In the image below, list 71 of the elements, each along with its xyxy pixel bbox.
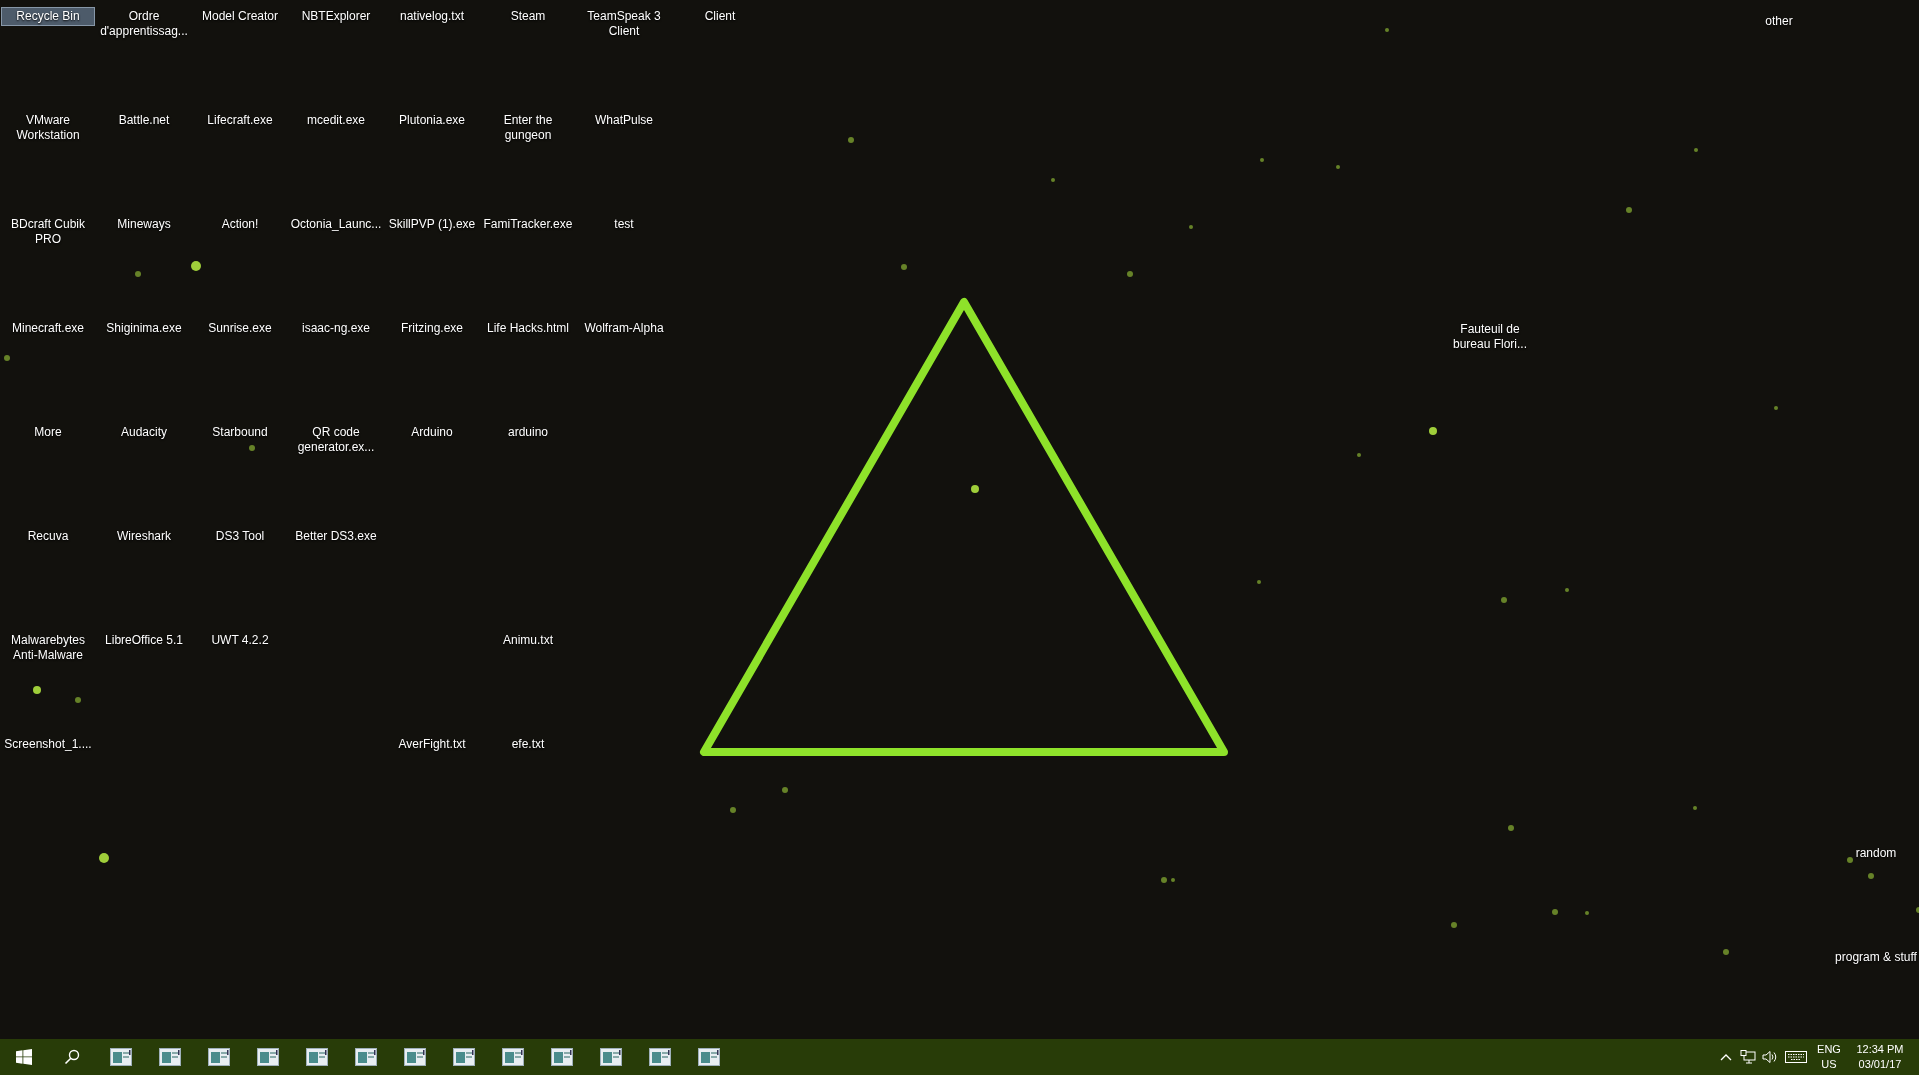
desktop-icon-label[interactable]: SkillPVP (1).exe	[385, 215, 479, 234]
desktop-icon-label[interactable]: Screenshot_1....	[1, 735, 95, 754]
desktop-icon-label[interactable]: Enter the gungeon	[481, 111, 575, 145]
desktop-icon-label[interactable]: Life Hacks.html	[481, 319, 575, 338]
desktop-icon-label[interactable]: Sunrise.exe	[193, 319, 287, 338]
window-icon	[599, 1048, 622, 1066]
desktop-icon-label[interactable]: Shiginima.exe	[97, 319, 191, 338]
desktop-icon-label[interactable]: Fritzing.exe	[385, 319, 479, 338]
window-icon	[550, 1048, 573, 1066]
input-language-button[interactable]: ENG US	[1811, 1039, 1847, 1075]
desktop-icon-label[interactable]: More	[1, 423, 95, 442]
desktop-icon-label[interactable]: Starbound	[193, 423, 287, 442]
desktop-icon-label[interactable]: Malwarebytes Anti-Malware	[1, 631, 95, 665]
window-icon	[648, 1048, 671, 1066]
desktop-icon-label[interactable]: Minecraft.exe	[1, 319, 95, 338]
desktop-icon-label[interactable]: isaac-ng.exe	[289, 319, 383, 338]
window-icon	[697, 1048, 720, 1066]
desktop-icon-label[interactable]: nativelog.txt	[385, 7, 479, 26]
window-icon	[305, 1048, 328, 1066]
desktop-icon-label[interactable]: other	[1732, 12, 1826, 31]
network-icon	[1740, 1050, 1756, 1064]
desktop-icon-label[interactable]: NBTExplorer	[289, 7, 383, 26]
desktop-icon-label[interactable]: Mineways	[97, 215, 191, 234]
desktop-icon-label[interactable]: Arduino	[385, 423, 479, 442]
desktop-icon-label[interactable]: WhatPulse	[577, 111, 671, 130]
desktop-icon-label[interactable]: Steam	[481, 7, 575, 26]
desktop-icon-label[interactable]: efe.txt	[481, 735, 575, 754]
desktop-icon-label[interactable]: VMware Workstation	[1, 111, 95, 145]
desktop-icon-label[interactable]: Better DS3.exe	[289, 527, 383, 546]
window-icon	[256, 1048, 279, 1066]
speaker-icon	[1762, 1050, 1778, 1064]
window-icon	[158, 1048, 181, 1066]
window-icon	[207, 1048, 230, 1066]
desktop-icon-label[interactable]: Animu.txt	[481, 631, 575, 650]
desktop-icon-label[interactable]: Lifecraft.exe	[193, 111, 287, 130]
desktop-icon-label[interactable]: BDcraft Cubik PRO	[1, 215, 95, 249]
desktop-icon-label[interactable]: Recuva	[1, 527, 95, 546]
desktop-icon-label[interactable]: Wireshark	[97, 527, 191, 546]
window-icon	[403, 1048, 426, 1066]
desktop-icon-label[interactable]: TeamSpeak 3 Client	[577, 7, 671, 41]
desktop-icon-label[interactable]: Action!	[193, 215, 287, 234]
desktop-icon-label[interactable]: program & stuff	[1828, 948, 1919, 967]
desktop-icon-label[interactable]: FamiTracker.exe	[481, 215, 575, 234]
desktop-icon-label[interactable]: random	[1828, 844, 1919, 863]
keyboard-icon	[1785, 1051, 1807, 1063]
desktop-icon-label[interactable]: Fauteuil de bureau Flori...	[1443, 320, 1537, 354]
desktop-icon-label[interactable]: Wolfram-Alpha	[577, 319, 671, 338]
desktop-icon-label[interactable]: Client	[673, 7, 767, 26]
window-icon	[109, 1048, 132, 1066]
desktop-icon-label[interactable]: UWT 4.2.2	[193, 631, 287, 650]
window-icon	[501, 1048, 524, 1066]
desktop-icon-label[interactable]: Recycle Bin	[1, 7, 95, 26]
desktop-icon-label[interactable]: Audacity	[97, 423, 191, 442]
search-icon	[64, 1049, 80, 1065]
desktop-icon-label[interactable]: Octonia_Launc...	[289, 215, 383, 234]
desktop-icon-label[interactable]: QR code generator.ex...	[289, 423, 383, 457]
desktop-icon-label[interactable]: DS3 Tool	[193, 527, 287, 546]
clock-button[interactable]: 12:34 PM 03/01/17	[1847, 1039, 1913, 1075]
window-icon	[452, 1048, 475, 1066]
desktop-icon-label[interactable]: test	[577, 215, 671, 234]
desktop-icon-label[interactable]: Battle.net	[97, 111, 191, 130]
desktop-icon-label[interactable]: arduino	[481, 423, 575, 442]
window-icon	[354, 1048, 377, 1066]
desktop-icon-label[interactable]: Plutonia.exe	[385, 111, 479, 130]
desktop-icon-label[interactable]: Model Creator	[193, 7, 287, 26]
desktop-icon-label[interactable]: Ordre d'apprentissag...	[97, 7, 191, 41]
desktop-icon-label[interactable]: mcedit.exe	[289, 111, 383, 130]
desktop-icon-label[interactable]: LibreOffice 5.1	[97, 631, 191, 650]
windows-logo-icon	[16, 1049, 32, 1065]
chevron-up-icon	[1720, 1053, 1732, 1061]
desktop-icon-label[interactable]: AverFight.txt	[385, 735, 479, 754]
